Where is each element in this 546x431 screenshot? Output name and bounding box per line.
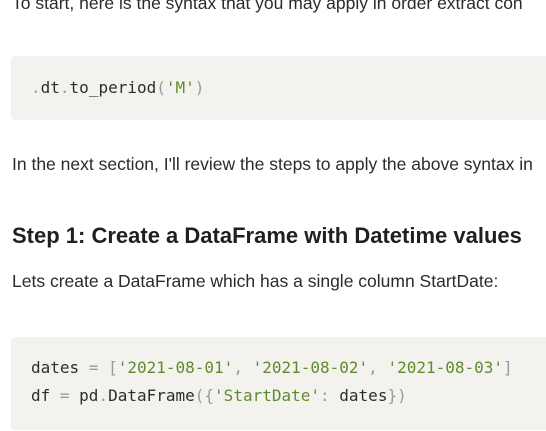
step-1-heading: Step 1: Create a DataFrame with Datetime…: [12, 223, 522, 248]
code-token-paren: (: [156, 78, 166, 97]
code-token-dot: .: [31, 78, 41, 97]
code-token-var: df: [31, 386, 51, 405]
code-token-bracket: [: [108, 358, 118, 377]
code-token-module: pd: [79, 386, 99, 405]
code-block-to-period: .dt.to_period('M'): [11, 56, 546, 120]
code-token-string: 'StartDate': [214, 386, 321, 405]
code-token-comma: ,: [233, 358, 253, 377]
code-token-dot: .: [59, 78, 70, 97]
code-token-bracket: ]: [503, 358, 513, 377]
code-token-var: dates: [339, 386, 388, 405]
code-token-dt: dt: [40, 78, 60, 97]
code-token-paren: ): [194, 78, 205, 97]
code-token-paren: }): [387, 386, 407, 405]
code-token-operator: =: [50, 386, 80, 405]
code-token-comma: ,: [368, 358, 388, 377]
code-line: dates = ['2021-08-01', '2021-08-02', '20…: [31, 358, 513, 378]
code-block-create-dataframe: dates = ['2021-08-01', '2021-08-02', '20…: [11, 337, 546, 430]
lets-create-paragraph: Lets create a DataFrame which has a sing…: [12, 271, 499, 291]
code-token-string: '2021-08-03': [387, 358, 504, 377]
code-token-class: DataFrame: [108, 386, 195, 405]
code-line: .dt.to_period('M'): [31, 78, 204, 98]
code-line: df = pd.DataFrame({'StartDate': dates}): [31, 386, 407, 406]
intro-paragraph: To start, here is the syntax that you ma…: [12, 0, 523, 13]
code-token-paren: ({: [194, 386, 215, 405]
code-token-method: to_period: [69, 78, 157, 97]
code-token-operator: =: [79, 358, 109, 377]
next-section-paragraph: In the next section, I'll review the ste…: [12, 154, 533, 174]
code-token-var: dates: [31, 358, 80, 377]
code-token-string: '2021-08-01': [117, 358, 234, 377]
code-token-string: 'M': [165, 78, 195, 97]
code-token-string: '2021-08-02': [252, 358, 369, 377]
code-token-colon: :: [320, 386, 340, 405]
code-token-dot: .: [98, 386, 109, 405]
